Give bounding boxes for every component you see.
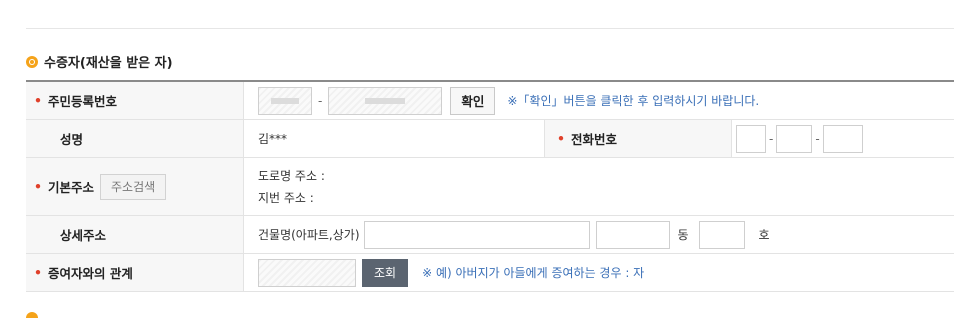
next-section-bullet-icon	[26, 312, 38, 318]
road-address-label: 도로명 주소 :	[258, 168, 325, 183]
name-value-cell: 김***	[244, 120, 544, 157]
phone-field-3[interactable]	[822, 124, 863, 153]
name-value: 김***	[258, 132, 288, 146]
ho-label: 호	[758, 228, 770, 242]
recipient-form-table: • 주민등록번호 - 확인 ※「확인」버튼을 클릭한 후 입력하시기 바랍니다.…	[26, 80, 954, 292]
rrn-label-cell: • 주민등록번호	[26, 82, 244, 119]
address-label: 기본주소	[48, 180, 95, 195]
rrn-confirm-button[interactable]: 확인	[450, 86, 496, 115]
required-icon: •	[34, 265, 42, 280]
lot-address-label: 지번 주소 :	[258, 190, 314, 205]
name-label-cell: 성명	[26, 120, 244, 157]
phone-label: 전화번호	[571, 132, 618, 147]
name-label: 성명	[60, 132, 84, 147]
relation-value-cell: 조회 ※ 예) 아버지가 아들에게 증여하는 경우 : 자	[244, 254, 954, 291]
detail-value-cell: 건물명(아파트,상가) 동 호	[244, 216, 954, 253]
rrn-label: 주민등록번호	[48, 94, 118, 109]
relation-label-cell: • 증여자와의 관계	[26, 254, 244, 291]
address-label-cell: • 기본주소 주소검색	[26, 158, 244, 215]
top-divider	[26, 28, 954, 29]
section-header: 수증자(재산을 받은 자)	[26, 52, 173, 71]
ho-field[interactable]	[698, 220, 745, 249]
detail-label: 상세주소	[60, 228, 107, 243]
phone-value-cell: - -	[732, 120, 954, 157]
rrn-dash: -	[318, 93, 323, 108]
detail-label-cell: 상세주소	[26, 216, 244, 253]
phone-field-2[interactable]	[776, 124, 813, 153]
relation-label: 증여자와의 관계	[48, 266, 133, 281]
address-value-cell: 도로명 주소 : 지번 주소 :	[244, 158, 954, 215]
masked-text-icon	[365, 97, 406, 104]
building-field[interactable]	[363, 220, 590, 249]
phone-label-cell: • 전화번호	[544, 120, 732, 157]
masked-text-icon	[271, 97, 299, 104]
phone-dash-1: -	[769, 131, 774, 146]
bullet-icon	[26, 55, 38, 68]
required-icon: •	[34, 179, 42, 194]
section-title: 수증자(재산을 받은 자)	[44, 56, 173, 71]
rrn-row: • 주민등록번호 - 확인 ※「확인」버튼을 클릭한 후 입력하시기 바랍니다.	[26, 82, 954, 120]
rrn-value-cell: - 확인 ※「확인」버튼을 클릭한 후 입력하시기 바랍니다.	[244, 82, 954, 119]
dong-field[interactable]	[595, 220, 670, 249]
dong-label: 동	[677, 228, 689, 242]
building-label: 건물명(아파트,상가)	[258, 228, 360, 242]
name-row: 성명 김*** • 전화번호 - -	[26, 120, 954, 158]
address-search-button[interactable]: 주소검색	[100, 173, 167, 200]
phone-dash-2: -	[815, 131, 820, 146]
required-icon: •	[34, 93, 42, 108]
required-icon: •	[557, 131, 565, 146]
detail-address-row: 상세주소 건물명(아파트,상가) 동 호	[26, 216, 954, 254]
relation-note: ※ 예) 아버지가 아들에게 증여하는 경우 : 자	[422, 266, 645, 280]
relation-row: • 증여자와의 관계 조회 ※ 예) 아버지가 아들에게 증여하는 경우 : 자	[26, 254, 954, 292]
rrn-back-field[interactable]	[328, 86, 443, 115]
rrn-note: ※「확인」버튼을 클릭한 후 입력하시기 바랍니다.	[507, 94, 760, 108]
address-row: • 기본주소 주소검색 도로명 주소 : 지번 주소 :	[26, 158, 954, 216]
rrn-front-field[interactable]	[258, 86, 312, 115]
relation-lookup-button[interactable]: 조회	[362, 258, 409, 287]
relation-field[interactable]	[258, 258, 356, 287]
phone-field-1[interactable]	[736, 124, 766, 153]
